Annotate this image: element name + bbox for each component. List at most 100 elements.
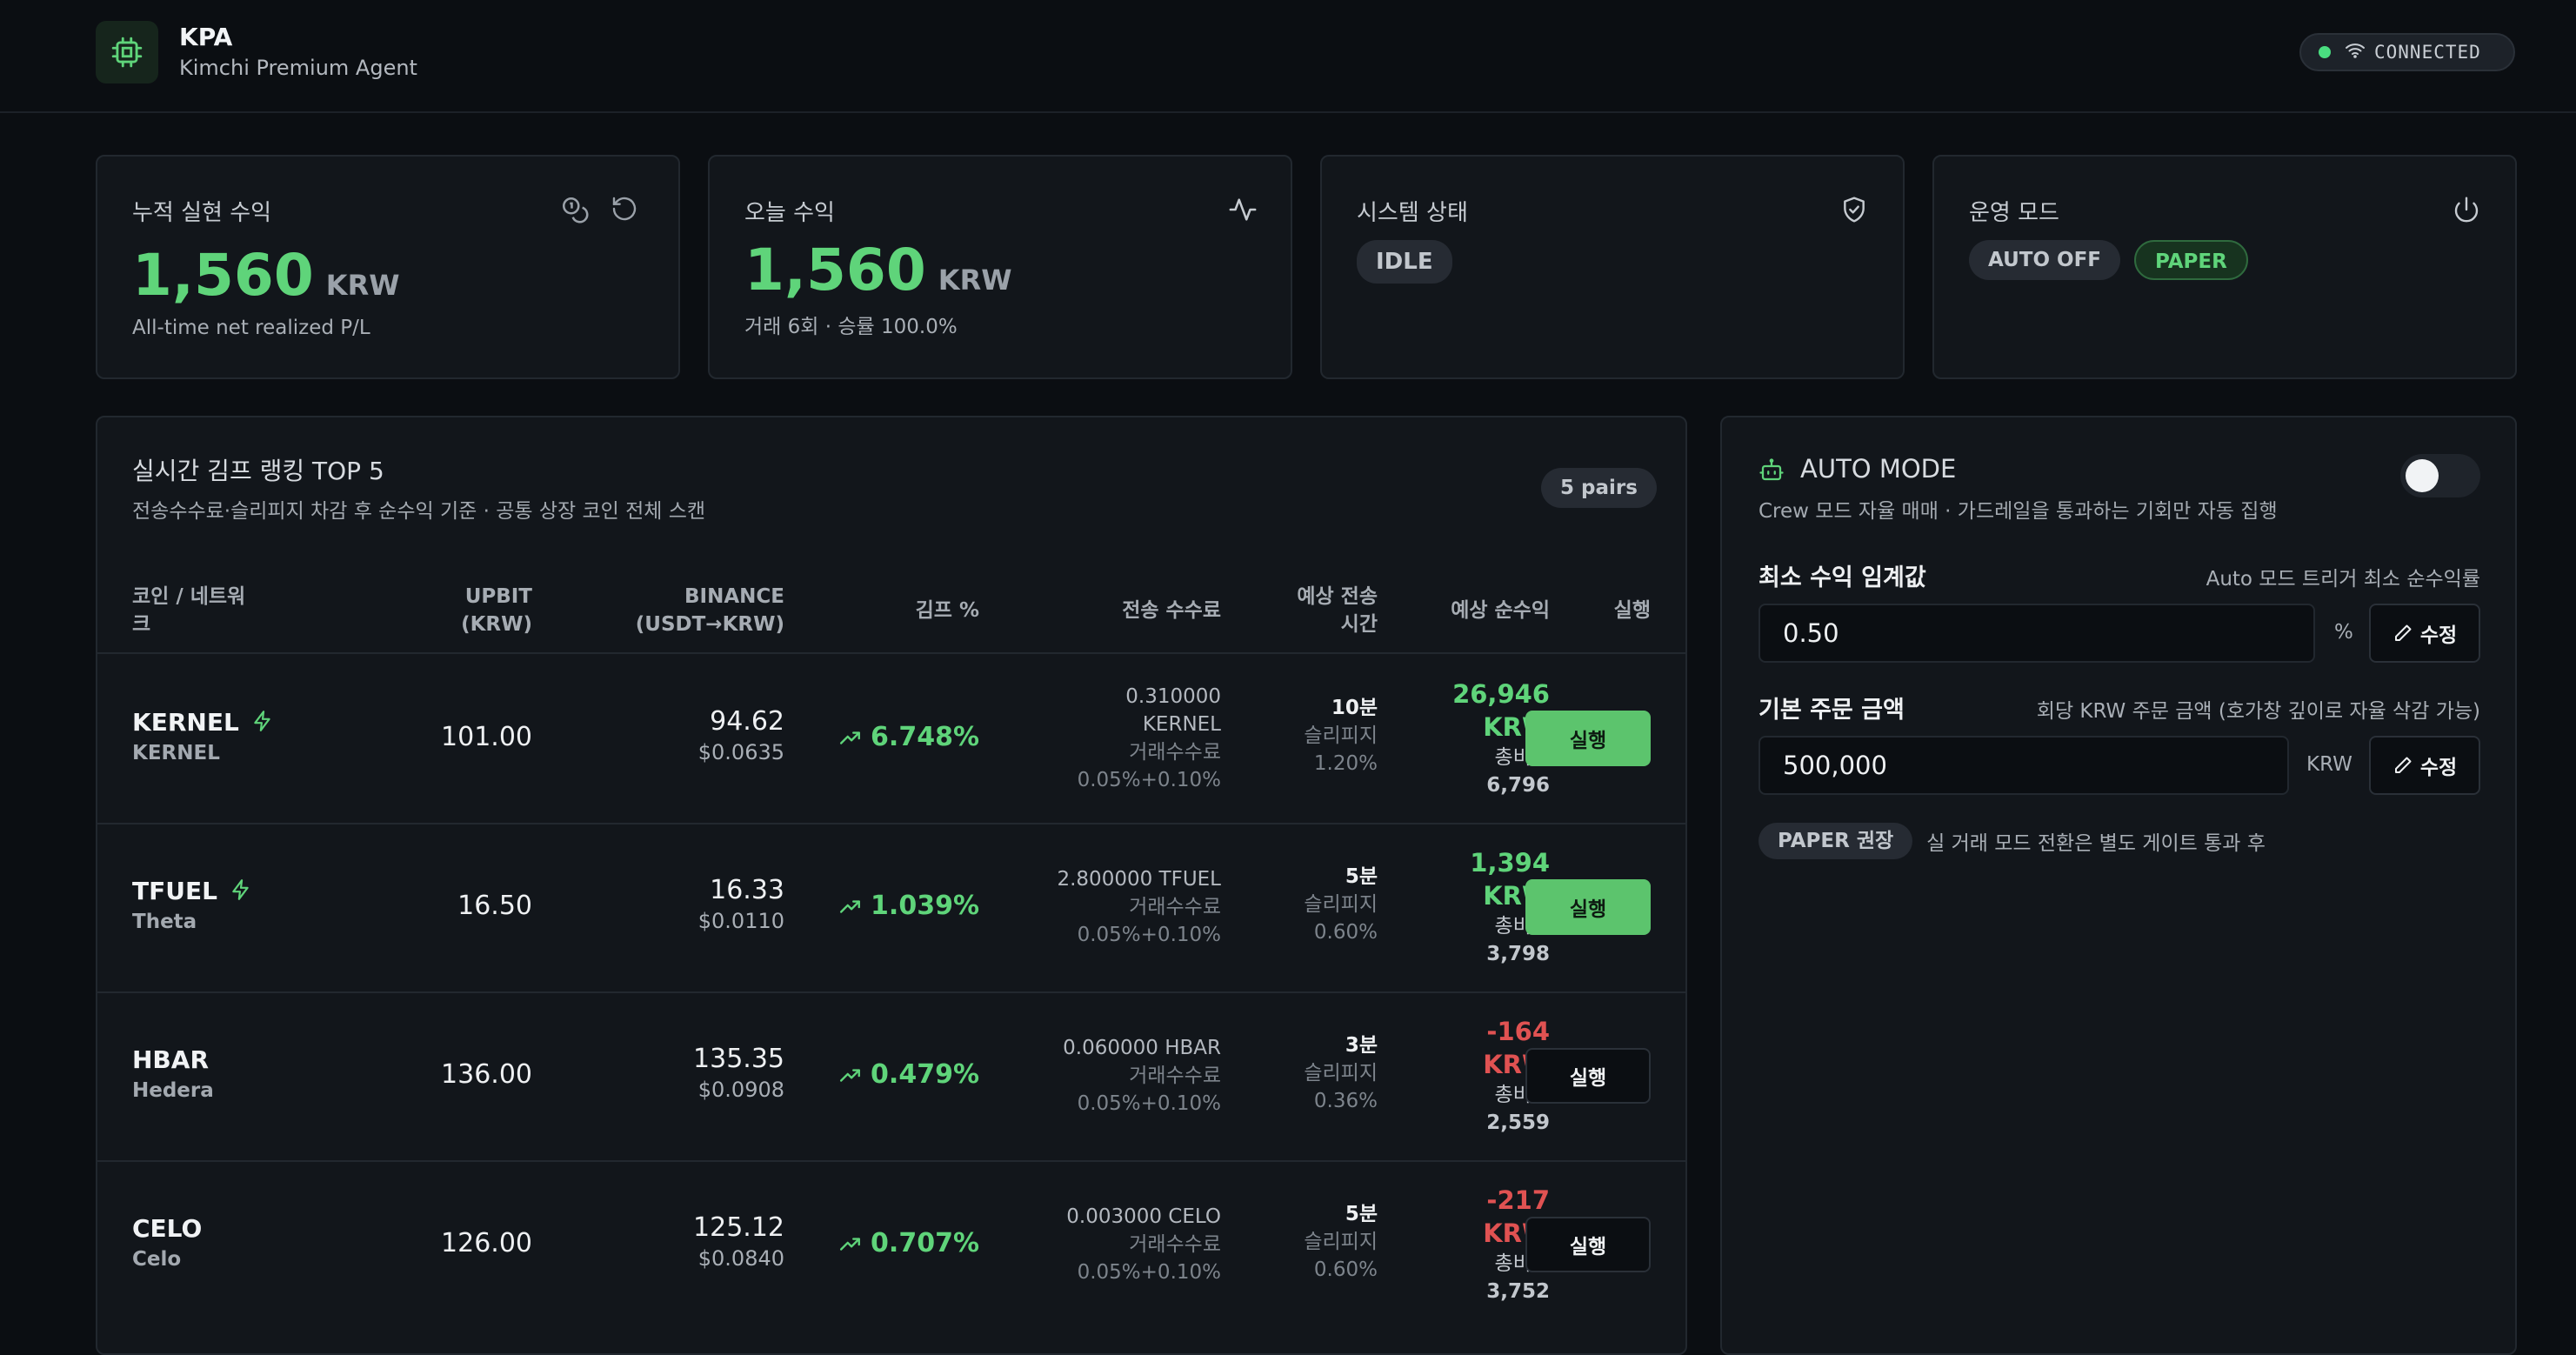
upbit-price: 101.00 bbox=[441, 722, 532, 752]
shield-check-icon bbox=[1840, 195, 1868, 228]
system-status-badge: IDLE bbox=[1357, 240, 1452, 284]
premium-cell: 0.707% bbox=[805, 1228, 979, 1258]
eta-cell: 3분 슬리피지 0.36% bbox=[1304, 1034, 1378, 1112]
column-header-eta: 예상 전송 시간 bbox=[1297, 585, 1378, 636]
coins-icon[interactable] bbox=[560, 195, 590, 228]
binance-price: 94.62 bbox=[710, 706, 784, 737]
auto-mode-subtitle: Crew 모드 자율 매매 · 가드레일을 통과하는 기회만 자동 집행 bbox=[1758, 500, 2278, 523]
pairs-count-badge: 5 pairs bbox=[1541, 468, 1657, 508]
table-row: HBAR Hedera 136.00 135.35 $0.0908 0.479% 0.060… bbox=[97, 991, 1685, 1162]
column-header-execute: 실행 bbox=[1613, 599, 1651, 622]
coin-symbol: HBAR bbox=[132, 1045, 210, 1074]
table-row: CELO Celo 126.00 125.12 $0.0840 0.707% 0.00300… bbox=[97, 1160, 1685, 1329]
execute-button[interactable]: 실행 bbox=[1525, 1048, 1651, 1104]
threshold-label: 최소 수익 임계값 bbox=[1758, 564, 1926, 591]
coin-cell: HBAR Hedera bbox=[132, 1045, 214, 1102]
operation-mode-card: 운영 모드 AUTO OFF PAPER bbox=[1932, 155, 2517, 379]
cpu-chip-logo-icon bbox=[96, 21, 158, 83]
binance-price: 125.12 bbox=[693, 1212, 784, 1243]
auto-mode-toggle[interactable] bbox=[2400, 454, 2480, 497]
coin-symbol: KERNEL bbox=[132, 708, 239, 737]
eta-cell: 10분 슬리피지 1.20% bbox=[1304, 697, 1378, 775]
auto-mode-title: AUTO MODE bbox=[1800, 454, 1957, 484]
refresh-icon[interactable] bbox=[611, 195, 638, 226]
card-subtitle: All-time net realized P/L bbox=[132, 317, 370, 339]
threshold-input[interactable]: 0.50 bbox=[1758, 604, 2315, 663]
today-pnl-card: 오늘 수익 1,560 KRW 거래 6회 · 승률 100.0% bbox=[708, 155, 1292, 379]
top-bar: KPA Kimchi Premium Agent CONNECTED bbox=[0, 0, 2576, 113]
auto-off-badge: AUTO OFF bbox=[1969, 240, 2120, 280]
eta-cell: 5분 슬리피지 0.60% bbox=[1304, 1203, 1378, 1281]
realized-value: 1,560 KRW bbox=[132, 242, 400, 309]
binance-usd-price: $0.0635 bbox=[697, 740, 784, 764]
today-trade-summary: 거래 6회 · 승률 100.0% bbox=[744, 316, 958, 338]
paper-note: 실 거래 모드 전환은 별도 게이트 통과 후 bbox=[1926, 832, 2266, 855]
coin-symbol: TFUEL bbox=[132, 877, 217, 905]
order-amount-hint: 회당 KRW 주문 금액 (호가창 깊이로 자율 삭감 가능) bbox=[2036, 700, 2480, 723]
connection-status-badge: CONNECTED bbox=[2299, 33, 2515, 71]
trending-up-icon bbox=[839, 897, 862, 916]
threshold-unit: % bbox=[2334, 621, 2353, 644]
binance-usd-price: $0.0840 bbox=[697, 1246, 784, 1271]
binance-usd-price: $0.0110 bbox=[697, 909, 784, 933]
pencil-icon bbox=[2394, 624, 2412, 641]
panel-title: 실시간 김프 랭킹 TOP 5 bbox=[132, 457, 384, 485]
premium-cell: 1.039% bbox=[805, 891, 979, 921]
column-header-coin: 코인 / 네트워 크 bbox=[132, 585, 246, 636]
premium-ranking-panel: 실시간 김프 랭킹 TOP 5 전송수수료·슬리피지 차감 후 순수익 기준 ·… bbox=[96, 416, 1687, 1355]
execute-button[interactable]: 실행 bbox=[1525, 879, 1651, 935]
binance-price-cell: 16.33 $0.0110 bbox=[576, 875, 784, 933]
transfer-fee-cell: 2.800000 TFUEL 거래수수료 0.05%+0.10% bbox=[1057, 868, 1221, 946]
premium-cell: 6.748% bbox=[805, 722, 979, 752]
expected-profit-cell: 1,394 KRW 총비용 3,798 bbox=[1470, 848, 1550, 965]
execute-button[interactable]: 실행 bbox=[1525, 711, 1651, 766]
table-row: TFUEL Theta 16.50 16.33 $0.0110 1.039% 2.80000… bbox=[97, 823, 1685, 993]
panel-subtitle: 전송수수료·슬리피지 차감 후 순수익 기준 · 공통 상장 코인 전체 스캔 bbox=[132, 500, 706, 523]
threshold-hint: Auto 모드 트리거 최소 순수익률 bbox=[2206, 568, 2480, 591]
coin-cell: TFUEL Theta bbox=[132, 877, 252, 933]
order-amount-input[interactable]: 500,000 bbox=[1758, 736, 2289, 795]
paper-recommended-badge: PAPER 권장 bbox=[1758, 823, 1913, 859]
lightning-icon bbox=[251, 710, 274, 736]
column-header-fee: 전송 수수료 bbox=[1122, 599, 1221, 622]
lightning-icon bbox=[230, 878, 252, 904]
expected-profit-cell: -217 KRW 총비용 3,752 bbox=[1483, 1185, 1550, 1303]
card-title: 오늘 수익 bbox=[744, 200, 835, 226]
coin-symbol: CELO bbox=[132, 1214, 203, 1243]
robot-icon bbox=[1758, 457, 1785, 487]
upbit-price: 136.00 bbox=[441, 1059, 532, 1090]
table-row: KERNEL KERNEL 101.00 94.62 $0.0635 6.748% 0.31… bbox=[97, 654, 1685, 824]
transfer-fee-cell: 0.003000 CELO 거래수수료 0.05%+0.10% bbox=[1066, 1205, 1221, 1284]
binance-price-cell: 135.35 $0.0908 bbox=[576, 1044, 784, 1102]
execute-button[interactable]: 실행 bbox=[1525, 1217, 1651, 1272]
card-title: 시스템 상태 bbox=[1357, 200, 1468, 226]
premium-cell: 0.479% bbox=[805, 1059, 979, 1090]
column-header-binance: BINANCE (USDT→KRW) bbox=[635, 585, 784, 636]
binance-price-cell: 94.62 $0.0635 bbox=[576, 706, 784, 764]
pencil-icon bbox=[2394, 757, 2412, 773]
upbit-price: 16.50 bbox=[457, 891, 532, 921]
coin-cell: KERNEL KERNEL bbox=[132, 708, 274, 764]
threshold-edit-button[interactable]: 수정 bbox=[2369, 604, 2480, 663]
coin-network: Hedera bbox=[132, 1079, 214, 1102]
activity-icon bbox=[1228, 195, 1258, 228]
column-header-premium: 김프 % bbox=[915, 599, 979, 622]
trending-up-icon bbox=[839, 1065, 862, 1085]
binance-usd-price: $0.0908 bbox=[697, 1078, 784, 1102]
coin-network: Celo bbox=[132, 1248, 182, 1271]
transfer-fee-cell: 0.060000 HBAR 거래수수료 0.05%+0.10% bbox=[1063, 1037, 1221, 1115]
app-title: KPA bbox=[179, 23, 233, 51]
realized-pnl-card: 누적 실현 수익 1,560 KRW All-time net realized … bbox=[96, 155, 680, 379]
order-amount-unit: KRW bbox=[2306, 753, 2352, 776]
transfer-fee-cell: 0.310000 KERNEL 거래수수료 0.05%+0.10% bbox=[1077, 685, 1221, 791]
card-title: 운영 모드 bbox=[1969, 200, 2059, 226]
auto-mode-panel: AUTO MODE Crew 모드 자율 매매 · 가드레일을 통과하는 기회만… bbox=[1720, 416, 2517, 1355]
power-icon[interactable] bbox=[2453, 195, 2480, 228]
coin-cell: CELO Celo bbox=[132, 1214, 202, 1271]
binance-price-cell: 125.12 $0.0840 bbox=[576, 1212, 784, 1271]
expected-profit-cell: 26,946 KRW 총비용 6,796 bbox=[1452, 679, 1550, 797]
app-subtitle: Kimchi Premium Agent bbox=[179, 56, 417, 80]
order-amount-label: 기본 주문 금액 bbox=[1758, 697, 1905, 724]
order-amount-edit-button[interactable]: 수정 bbox=[2369, 736, 2480, 795]
coin-network: KERNEL bbox=[132, 742, 220, 764]
